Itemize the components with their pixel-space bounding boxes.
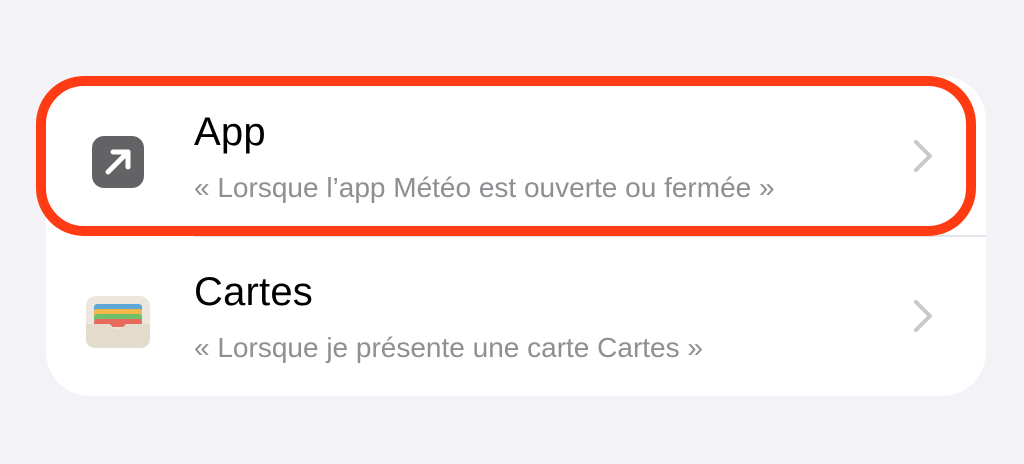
arrow-up-right-icon: [86, 130, 150, 194]
wallet-icon: [86, 290, 150, 354]
trigger-row-cartes[interactable]: Cartes « Lorsque je présente une carte C…: [46, 236, 986, 396]
chevron-right-icon: [912, 296, 936, 336]
trigger-row-app[interactable]: App « Lorsque l’app Météo est ouverte ou…: [46, 76, 986, 237]
screen: App « Lorsque l’app Météo est ouverte ou…: [0, 0, 1024, 464]
chevron-right-icon: [912, 136, 936, 176]
automation-trigger-list: App « Lorsque l’app Météo est ouverte ou…: [46, 76, 986, 396]
trigger-subtitle: « Lorsque je présente une carte Cartes »: [194, 332, 703, 363]
trigger-title: Cartes: [194, 270, 314, 314]
trigger-subtitle: « Lorsque l’app Météo est ouverte ou fer…: [194, 172, 775, 203]
trigger-title: App: [194, 110, 266, 154]
